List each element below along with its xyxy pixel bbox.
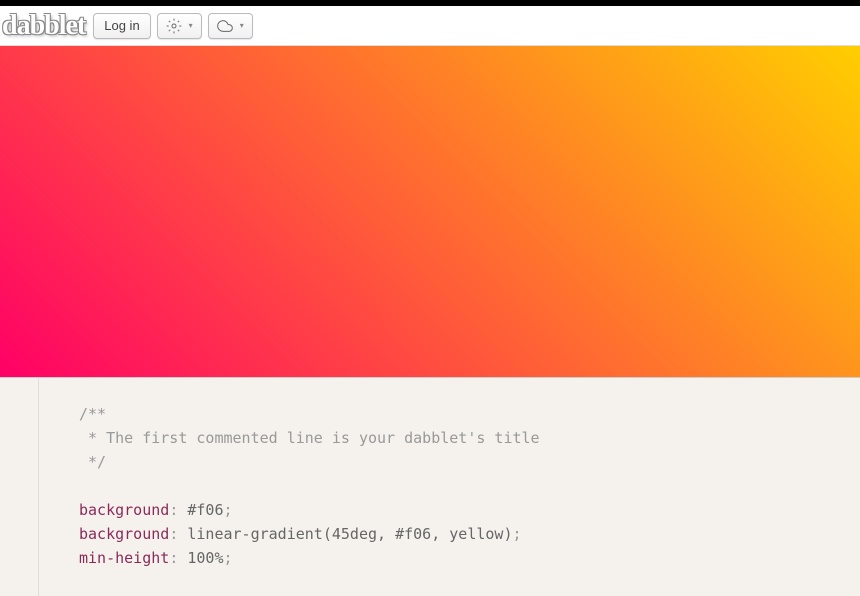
code-comment: /** [79,402,820,426]
login-label: Log in [104,18,139,33]
chevron-down-icon: ▾ [240,21,244,30]
settings-button[interactable]: ▾ [157,13,202,39]
css-colon: : [169,549,178,567]
css-colon: : [169,501,178,519]
css-semicolon: ; [224,501,233,519]
css-value: 100% [178,549,223,567]
header: dabblet Log in ▾ ▾ [0,6,860,46]
css-value: #f06 [178,501,223,519]
cloud-icon [217,18,233,34]
css-property: min-height [79,549,169,567]
code-blank-line [79,474,820,498]
css-property: background [79,525,169,543]
toolbar: Log in ▾ ▾ [93,13,252,39]
code-line: background: #f06; [79,498,820,522]
code-editor[interactable]: /** * The first commented line is your d… [38,378,860,596]
code-comment: */ [79,450,820,474]
code-line: background: linear-gradient(45deg, #f06,… [79,522,820,546]
logo: dabblet [2,10,85,42]
code-comment: * The first commented line is your dabbl… [79,426,820,450]
css-colon: : [169,525,178,543]
css-semicolon: ; [224,549,233,567]
login-button[interactable]: Log in [93,13,150,39]
gear-icon [166,18,182,34]
code-line: min-height: 100%; [79,546,820,570]
css-semicolon: ; [512,525,521,543]
chevron-down-icon: ▾ [189,21,193,30]
css-value: linear-gradient(45deg, #f06, yellow) [178,525,512,543]
cloud-button[interactable]: ▾ [208,13,253,39]
preview-pane[interactable] [0,46,860,378]
css-property: background [79,501,169,519]
